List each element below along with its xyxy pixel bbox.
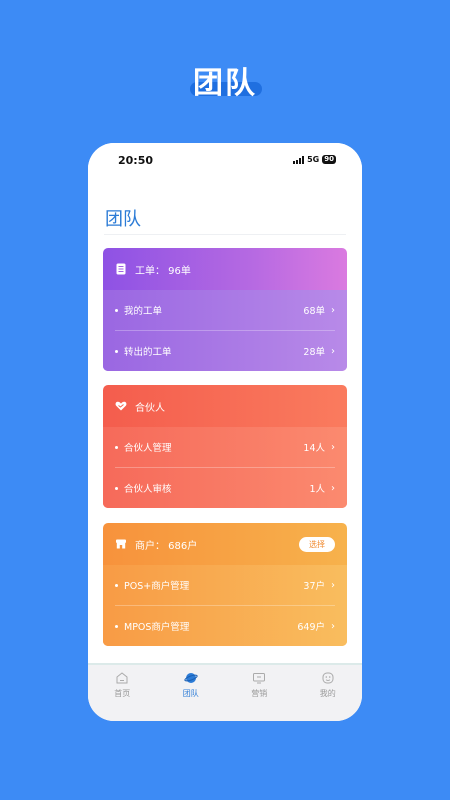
bullet-dot (115, 349, 118, 353)
work-orders-list: 我的工单 68单 › 转出的工单 28单 › (103, 290, 347, 371)
bottom-tab-bar: 首页 团队 营销 我的 (88, 663, 362, 721)
chevron-right-icon: › (331, 482, 335, 494)
row-value: 649户 (297, 622, 325, 633)
partners-header[interactable]: 合伙人 (103, 385, 347, 427)
document-list-icon (115, 263, 127, 275)
row-value: 14人 (303, 443, 325, 454)
merchants-card: 商户： 686户 选择 POS+商户管理 37户 › MPOS商户管理 649户… (103, 523, 347, 646)
partners-card: 合伙人 合伙人管理 14人 › 合伙人审核 1人 › (103, 385, 347, 508)
partners-list: 合伙人管理 14人 › 合伙人审核 1人 › (103, 427, 347, 508)
bullet-dot (115, 624, 118, 628)
merchants-title: 商户： 686户 (135, 540, 198, 552)
row-transferred-work-orders[interactable]: 转出的工单 28单 › (115, 330, 335, 371)
merchants-list: POS+商户管理 37户 › MPOS商户管理 649户 › (103, 565, 347, 646)
row-mpos-merchant-management[interactable]: MPOS商户管理 649户 › (115, 605, 335, 646)
tab-home[interactable]: 首页 (88, 665, 157, 721)
chevron-right-icon: › (331, 579, 335, 591)
chevron-right-icon: › (331, 345, 335, 357)
partners-title: 合伙人 (135, 402, 165, 414)
handshake-icon (115, 400, 127, 412)
work-orders-title: 工单： 96单 (135, 265, 191, 277)
status-indicators: 5G 90 (293, 155, 336, 164)
chevron-right-icon: › (331, 620, 335, 632)
planet-icon (184, 673, 198, 683)
phone-frame: 20:50 5G 90 团队 工单： 96单 我的工单 68单 › 转出的工单 … (88, 143, 362, 721)
row-partner-review[interactable]: 合伙人审核 1人 › (115, 467, 335, 508)
row-my-work-orders[interactable]: 我的工单 68单 › (115, 290, 335, 330)
chevron-right-icon: › (331, 441, 335, 453)
content-area: 工单： 96单 我的工单 68单 › 转出的工单 28单 › 合伙人 合伙人管理… (88, 237, 362, 665)
network-type: 5G (307, 155, 320, 164)
battery-icon: 90 (322, 155, 336, 164)
banner: 团队 (0, 58, 450, 102)
bullet-dot (115, 486, 118, 490)
row-pos-merchant-management[interactable]: POS+商户管理 37户 › (115, 565, 335, 605)
tab-label: 团队 (182, 689, 199, 698)
banner-title: 团队 (193, 66, 257, 101)
row-label: 合伙人审核 (124, 484, 172, 495)
bullet-dot (115, 445, 118, 449)
status-time: 20:50 (118, 154, 154, 167)
bullet-dot (115, 583, 118, 587)
work-orders-card: 工单： 96单 我的工单 68单 › 转出的工单 28单 › (103, 248, 347, 371)
merchants-header[interactable]: 商户： 686户 选择 (103, 523, 347, 565)
row-label: POS+商户管理 (124, 581, 190, 592)
row-label: 转出的工单 (124, 347, 172, 358)
row-value: 1人 (309, 484, 325, 495)
tab-label: 营销 (251, 689, 268, 698)
page-header: 团队 (88, 177, 362, 237)
tab-team[interactable]: 团队 (157, 665, 226, 721)
row-label: 合伙人管理 (124, 443, 172, 454)
tab-label: 我的 (319, 689, 336, 698)
work-orders-header[interactable]: 工单： 96单 (103, 248, 347, 290)
tab-label: 首页 (114, 689, 131, 698)
tab-marketing[interactable]: 营销 (225, 665, 294, 721)
select-merchant-button[interactable]: 选择 (299, 537, 335, 552)
row-value: 28单 (303, 347, 325, 358)
bullet-dot (115, 308, 118, 312)
row-value: 37户 (303, 581, 325, 592)
store-icon (115, 538, 127, 550)
status-bar: 20:50 5G 90 (88, 143, 362, 177)
profile-icon (322, 672, 334, 684)
row-label: MPOS商户管理 (124, 622, 190, 633)
header-divider (104, 234, 346, 235)
tab-mine[interactable]: 我的 (294, 665, 363, 721)
row-value: 68单 (303, 306, 325, 317)
row-label: 我的工单 (124, 306, 163, 317)
signal-icon (293, 155, 305, 164)
page-title: 团队 (105, 209, 141, 230)
row-partner-management[interactable]: 合伙人管理 14人 › (115, 427, 335, 467)
chevron-right-icon: › (331, 304, 335, 316)
monitor-icon (253, 673, 266, 684)
home-icon (116, 672, 128, 684)
